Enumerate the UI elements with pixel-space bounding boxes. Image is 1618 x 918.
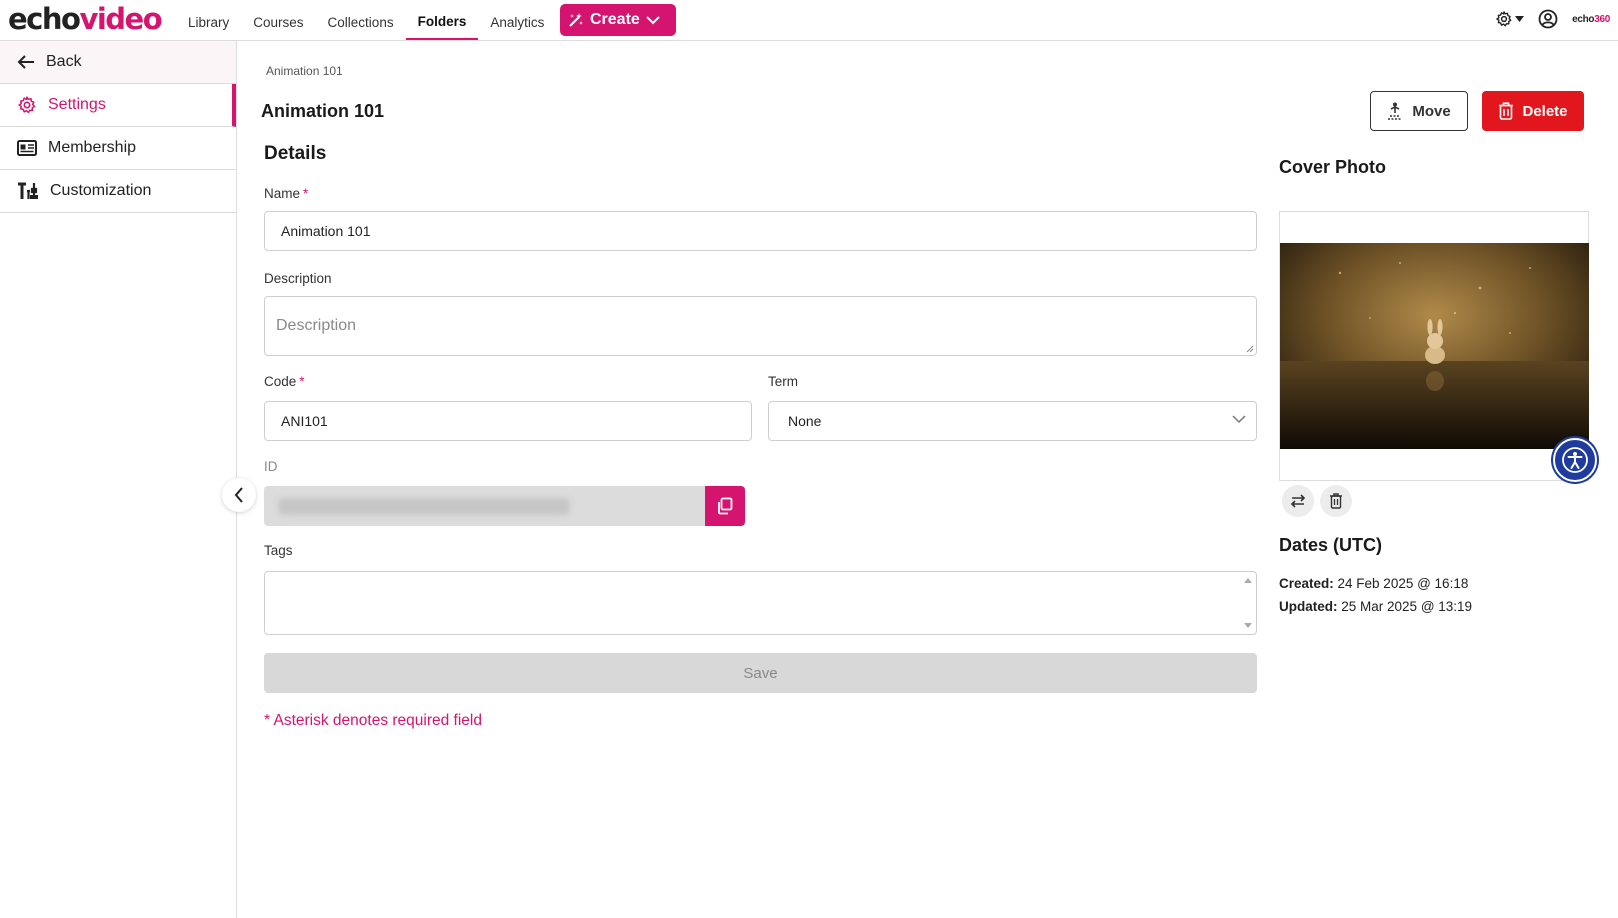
remove-photo-button[interactable] [1320,485,1352,517]
magic-wand-icon [569,13,583,27]
chevron-down-icon [1232,415,1246,424]
id-value-redacted [278,498,570,515]
main-nav: Library Courses Collections Folders Anal… [176,0,556,40]
id-field [264,486,706,526]
code-input[interactable]: ANI101 [264,401,752,441]
create-label: Create [590,11,640,28]
echo360-logo: echo360 [1572,13,1610,25]
nav-analytics[interactable]: Analytics [478,0,556,40]
code-value: ANI101 [281,413,328,429]
move-label: Move [1412,102,1451,120]
save-button[interactable]: Save [264,653,1257,693]
chevron-down-icon [646,16,660,25]
echovideo-logo[interactable]: echovideo [8,2,163,36]
trash-icon [1330,493,1342,509]
create-button[interactable]: Create [560,4,676,36]
term-select[interactable]: None [768,401,1257,441]
sidebar: Back Settings Membership Customization [0,41,237,918]
settings-menu-button[interactable] [1495,10,1525,28]
term-value: None [788,413,822,429]
sidebar-item-settings[interactable]: Settings [0,84,236,127]
move-button[interactable]: Move [1370,91,1468,131]
page-title: Animation 101 [261,101,385,121]
copy-id-button[interactable] [705,486,745,526]
description-label: Description [264,271,332,286]
created-date: Created: 24 Feb 2025 @ 16:18 [1279,576,1469,591]
arrow-left-icon [17,55,34,69]
accessibility-button[interactable] [1553,438,1597,482]
nav-collections[interactable]: Collections [316,0,406,40]
nav-folders[interactable]: Folders [405,0,479,40]
required-asterisk: * [299,374,305,389]
dates-heading: Dates (UTC) [1279,535,1383,555]
required-field-note: * Asterisk denotes required field [264,712,482,729]
gear-icon [18,96,36,114]
customize-icon [18,182,38,199]
resize-handle-icon[interactable] [1246,345,1254,353]
breadcrumb: Animation 101 [266,64,343,78]
scroll-up-icon[interactable] [1244,578,1252,583]
cover-photo-heading: Cover Photo [1279,157,1387,177]
caret-down-icon [1515,16,1525,22]
details-heading: Details [264,143,327,164]
back-label: Back [46,53,82,70]
id-card-icon [17,140,37,156]
sidebar-item-label: Membership [48,139,137,156]
back-button[interactable]: Back [0,41,236,84]
delete-button[interactable]: Delete [1482,91,1584,131]
nav-courses[interactable]: Courses [241,0,315,40]
trash-icon [1499,102,1514,120]
replace-photo-button[interactable] [1282,485,1314,517]
move-icon [1388,102,1403,120]
top-nav: echovideo Library Courses Collections Fo… [0,0,1618,41]
tags-label: Tags [264,543,293,558]
tags-input[interactable] [264,571,1257,635]
description-placeholder: Description [276,317,357,334]
gear-icon [1496,11,1512,27]
term-label: Term [768,374,798,389]
description-textarea[interactable]: Description [264,296,1257,356]
sidebar-item-label: Settings [48,96,106,113]
name-label: Name * [264,186,309,201]
sidebar-item-membership[interactable]: Membership [0,127,236,170]
delete-label: Delete [1522,102,1568,120]
name-input[interactable]: Animation 101 [264,211,1257,251]
code-label: Code * [264,374,305,389]
cover-photo-art [1280,243,1589,449]
chevron-left-icon [234,487,243,503]
scroll-down-icon[interactable] [1244,623,1252,628]
accessibility-icon [1562,447,1588,473]
sidebar-item-label: Customization [50,182,152,199]
id-label: ID [264,459,278,474]
required-asterisk: * [303,186,309,201]
nav-library[interactable]: Library [176,0,241,40]
sidebar-item-customization[interactable]: Customization [0,170,236,213]
swap-arrows-icon [1290,494,1306,508]
copy-icon [718,497,733,515]
name-value: Animation 101 [281,223,371,239]
collapse-sidebar-button[interactable] [222,478,256,512]
updated-date: Updated: 25 Mar 2025 @ 13:19 [1279,599,1473,614]
user-account-icon[interactable] [1538,9,1558,29]
cover-photo-image [1280,243,1589,449]
